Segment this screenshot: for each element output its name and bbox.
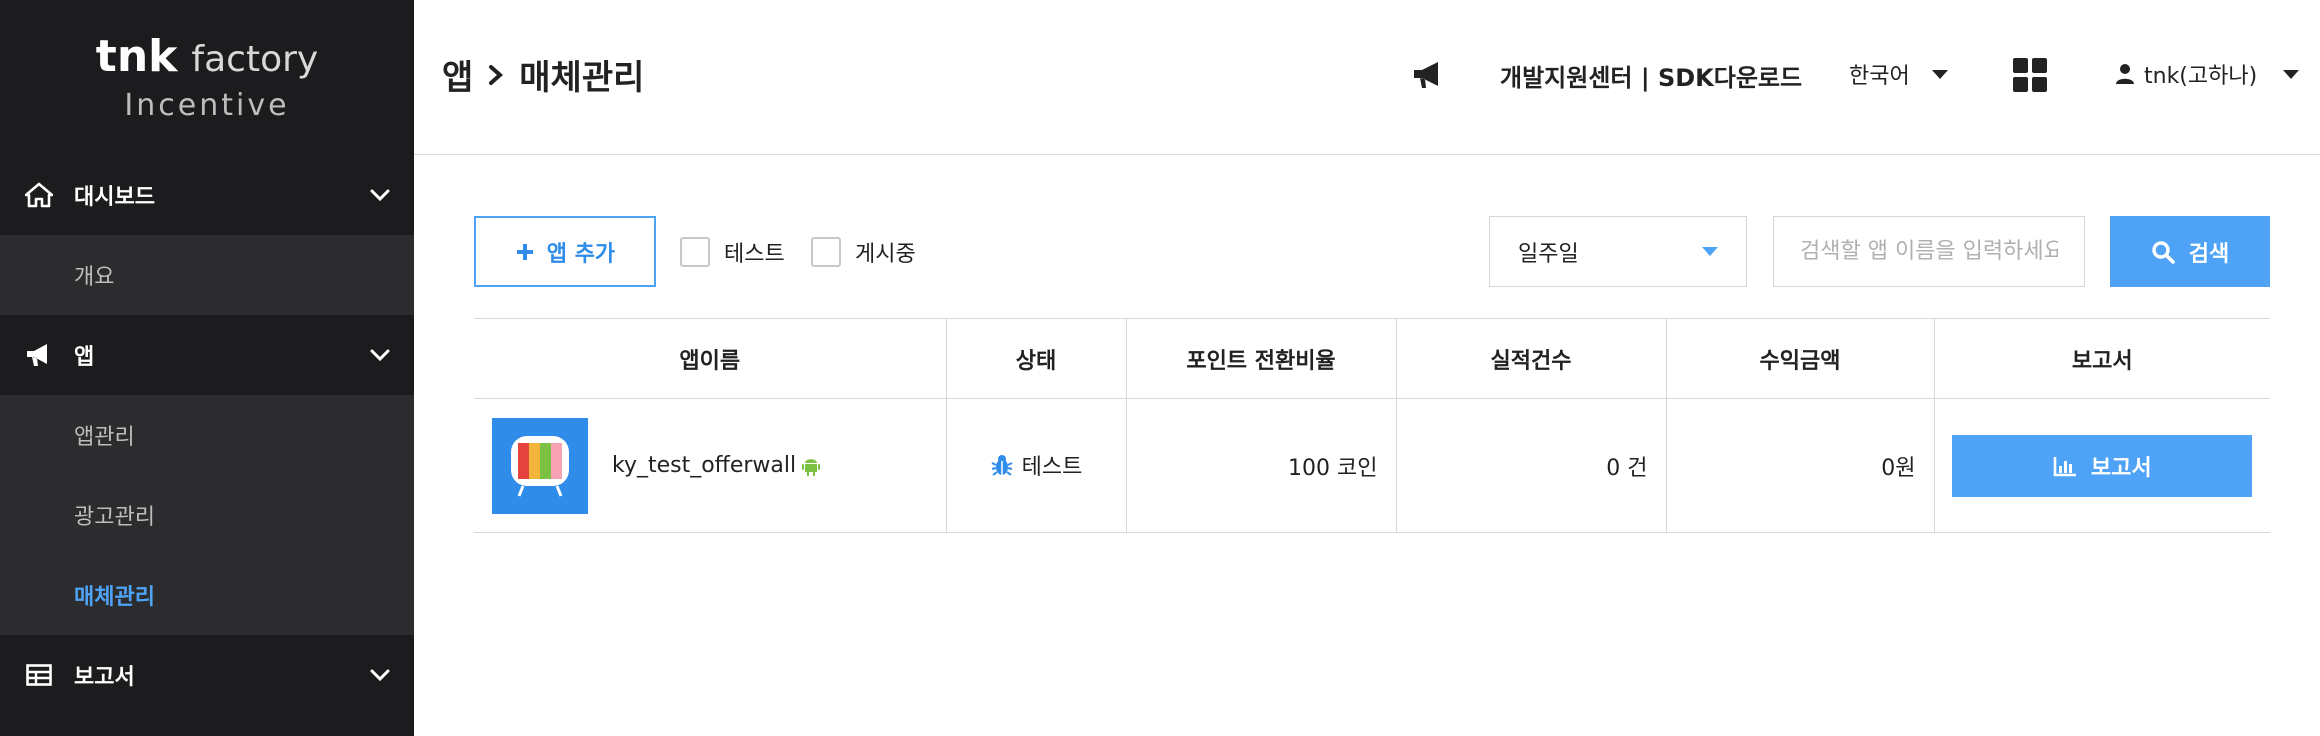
table-row: ky_test_offerwall 테스트 100 코인 0 건 0원 보고서 (474, 398, 2270, 533)
user-menu[interactable]: tnk(고하나) (2114, 58, 2300, 90)
android-icon (802, 458, 821, 476)
sidebar-section-label: 앱 (74, 345, 95, 370)
language-selector[interactable]: 한국어 (1849, 58, 1948, 90)
caret-down-icon (1931, 69, 1948, 79)
column-header-point-ratio: 포인트 전환비율 (1125, 318, 1396, 399)
caret-down-icon (1702, 247, 1718, 256)
language-label: 한국어 (1849, 64, 1910, 89)
report-cell: 보고서 (1933, 398, 2270, 533)
status-cell: 테스트 (945, 398, 1126, 533)
checkbox-box[interactable] (680, 237, 710, 267)
chevron-down-icon (370, 669, 390, 682)
period-value: 일주일 (1518, 241, 1579, 267)
top-header: 앱 매체관리 개발지원센터 | SDK다운로드 한국어 tnk(고하나) (414, 0, 2320, 155)
sidebar-item-ad-management[interactable]: 광고관리 (0, 475, 414, 555)
home-icon (24, 180, 54, 210)
test-checkbox[interactable]: 테스트 (680, 236, 785, 268)
count-cell: 0 건 (1395, 398, 1666, 533)
app-name-cell: ky_test_offerwall (474, 398, 946, 533)
status-text: 테스트 (1021, 454, 1083, 480)
search-button[interactable]: 검색 (2110, 216, 2270, 287)
breadcrumb-item-app[interactable]: 앱 (442, 50, 473, 99)
search-icon (2152, 240, 2175, 264)
table-icon (24, 660, 54, 690)
column-header-revenue: 수익금액 (1665, 318, 1934, 399)
bug-icon (991, 454, 1013, 476)
report-button[interactable]: 보고서 (1952, 434, 2253, 497)
sidebar-item-overview[interactable]: 개요 (0, 235, 414, 315)
revenue-cell: 0원 (1665, 398, 1934, 533)
apps-grid-icon[interactable] (2012, 57, 2048, 93)
logo-factory: factory (191, 38, 319, 80)
app-thumbnail[interactable] (492, 417, 588, 514)
megaphone-icon[interactable] (1411, 58, 1445, 92)
sidebar-section-app[interactable]: 앱 (0, 315, 414, 395)
column-header-report: 보고서 (1933, 318, 2270, 399)
sidebar-section-label: 보고서 (74, 665, 135, 690)
search-label: 검색 (2188, 241, 2230, 267)
bar-chart-icon (2053, 456, 2076, 476)
sidebar-item-media-management[interactable]: 매체관리 (0, 555, 414, 635)
sidebar: tnk factory Incentive 대시보드 개요 앱 앱관리 광고관리… (0, 0, 414, 736)
breadcrumb-item-current: 매체관리 (519, 58, 645, 98)
megaphone-icon (24, 340, 54, 370)
user-name: tnk(고하나) (2144, 64, 2258, 89)
app-logo-icon (511, 435, 569, 497)
plus-icon (516, 243, 533, 260)
test-checkbox-label: 테스트 (724, 242, 785, 267)
live-checkbox-label: 게시중 (855, 242, 916, 267)
sidebar-section-report[interactable]: 보고서 (0, 635, 414, 715)
live-checkbox[interactable]: 게시중 (811, 236, 916, 268)
chevron-down-icon (370, 189, 390, 202)
table-header-row: 앱이름 상태 포인트 전환비율 실적건수 수익금액 보고서 (474, 318, 2270, 399)
column-header-count: 실적건수 (1395, 318, 1666, 399)
chevron-down-icon (370, 349, 390, 362)
dev-center-sdk-link[interactable]: 개발지원센터 | SDK다운로드 (1500, 58, 1802, 93)
sidebar-section-label: 대시보드 (74, 185, 155, 210)
app-name-link[interactable]: ky_test_offerwall (612, 453, 821, 478)
add-app-label: 앱 추가 (546, 241, 616, 267)
chevron-right-icon (487, 63, 505, 87)
period-select[interactable]: 일주일 (1489, 216, 1747, 287)
user-icon (2116, 64, 2134, 84)
logo-tnk: tnk (95, 30, 178, 82)
media-table: 앱이름 상태 포인트 전환비율 실적건수 수익금액 보고서 ky_test_of… (474, 318, 2270, 533)
column-header-app-name: 앱이름 (474, 318, 946, 399)
breadcrumb: 앱 매체관리 (442, 50, 644, 99)
app-name-text: ky_test_offerwall (612, 453, 797, 478)
report-label: 보고서 (2090, 455, 2152, 481)
logo-subtitle: Incentive (124, 87, 290, 123)
column-header-status: 상태 (945, 318, 1126, 399)
sidebar-section-dashboard[interactable]: 대시보드 (0, 155, 414, 235)
point-ratio-cell: 100 코인 (1125, 398, 1396, 533)
checkbox-box[interactable] (811, 237, 841, 267)
add-app-button[interactable]: 앱 추가 (474, 216, 656, 287)
logo[interactable]: tnk factory Incentive (0, 0, 414, 155)
logo-wordmark: tnk factory (95, 30, 319, 84)
caret-down-icon (2283, 69, 2300, 79)
sidebar-item-app-management[interactable]: 앱관리 (0, 395, 414, 475)
search-input[interactable] (1773, 216, 2085, 287)
